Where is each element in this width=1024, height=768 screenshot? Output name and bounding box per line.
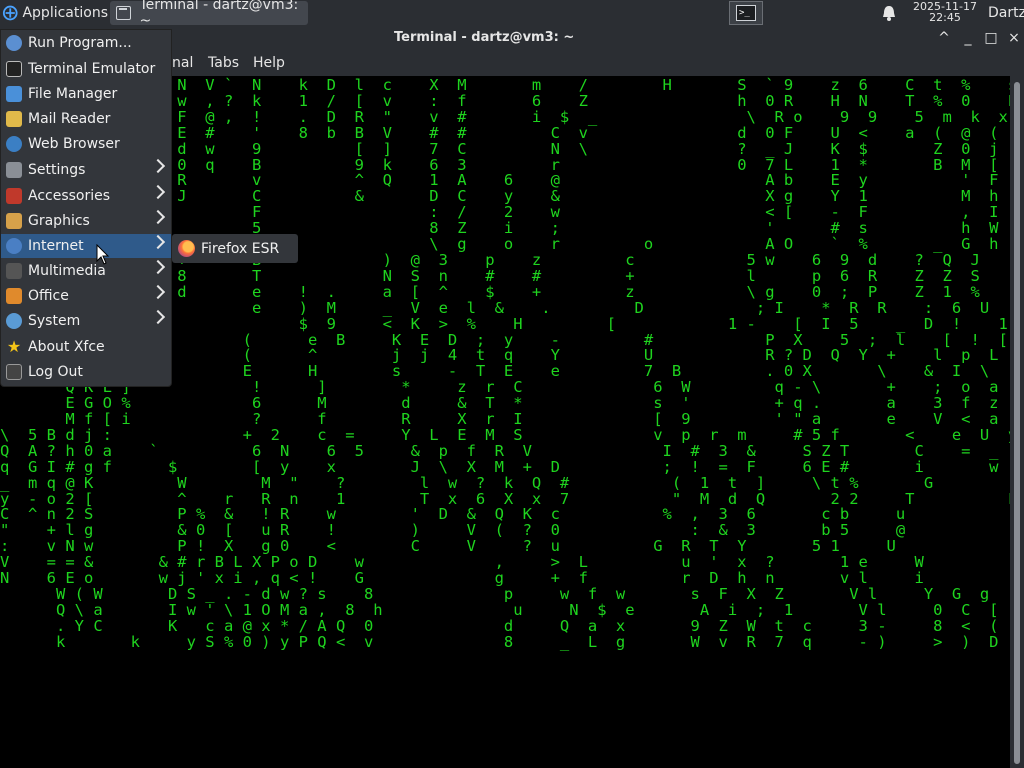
xfce-logo-icon	[2, 5, 18, 21]
menu-item-graphics[interactable]: Graphics	[1, 209, 171, 233]
taskbar-terminal-button[interactable]: Terminal - dartz@vm3: ~	[110, 0, 308, 29]
chevron-right-icon	[150, 309, 166, 325]
accessories-icon	[6, 188, 22, 204]
menu-item-run-program[interactable]: Run Program...	[1, 31, 171, 55]
notification-bell-icon[interactable]	[880, 4, 898, 22]
minimize-window-button[interactable]: _	[958, 28, 978, 48]
firefox-icon	[178, 240, 195, 257]
applications-menu: Run Program... Terminal Emulator File Ma…	[0, 29, 172, 387]
office-icon	[6, 288, 22, 304]
chevron-right-icon	[150, 209, 166, 225]
menu-item-label: Settings	[28, 162, 86, 178]
window-title: Terminal - dartz@vm3: ~	[394, 30, 575, 45]
folder-icon	[6, 86, 22, 102]
menu-item-web-browser[interactable]: Web Browser	[1, 132, 171, 156]
menu-item-label: Multimedia	[28, 263, 106, 279]
applications-menu-button[interactable]: Applications	[0, 0, 108, 26]
maximize-window-button[interactable]: □	[981, 28, 1001, 48]
clock-time: 22:45	[929, 11, 961, 24]
menu-item-label: Log Out	[28, 364, 83, 380]
top-panel: Applications Terminal - dartz@vm3: ~ >_ …	[0, 0, 1024, 29]
menu-item-settings[interactable]: Settings	[1, 158, 171, 182]
chevron-right-icon	[150, 184, 166, 200]
graphics-icon	[6, 213, 22, 229]
menu-item-file-manager[interactable]: File Manager	[1, 82, 171, 106]
scrollbar-thumb[interactable]	[1014, 82, 1020, 764]
terminal-launcher-button[interactable]: >_	[729, 1, 763, 25]
system-icon	[6, 313, 22, 329]
menu-item-log-out[interactable]: Log Out	[1, 360, 171, 384]
logout-icon	[6, 364, 22, 380]
menu-item-label: Accessories	[28, 188, 111, 204]
terminal-prompt-icon: >_	[736, 5, 756, 21]
menu-item-label: Internet	[28, 238, 84, 254]
menu-item-label: Run Program...	[28, 35, 132, 51]
menu-item-label: Office	[28, 288, 69, 304]
internet-icon	[6, 238, 22, 254]
menu-item-multimedia[interactable]: Multimedia	[1, 259, 171, 283]
menu-item-label: Graphics	[28, 213, 90, 229]
terminal-icon	[116, 6, 132, 20]
menu-item-label: Terminal Emulator	[28, 61, 156, 77]
menu-item-system[interactable]: System	[1, 309, 171, 333]
star-icon: ★	[6, 337, 22, 356]
menu-item-label: Web Browser	[28, 136, 120, 152]
menu-item-label: File Manager	[28, 86, 118, 102]
settings-icon	[6, 162, 22, 178]
chevron-right-icon	[150, 284, 166, 300]
menu-item-about-xfce[interactable]: ★ About Xfce	[1, 335, 171, 359]
mouse-pointer-icon	[96, 244, 110, 265]
run-icon	[6, 35, 22, 51]
internet-submenu: Firefox ESR	[172, 234, 298, 263]
terminal-icon	[6, 61, 22, 77]
applications-label: Applications	[22, 5, 108, 21]
close-window-button[interactable]: ×	[1004, 28, 1024, 48]
menu-item-label: Mail Reader	[28, 111, 111, 127]
multimedia-icon	[6, 263, 22, 279]
chevron-right-icon	[150, 234, 166, 250]
chevron-right-icon	[150, 259, 166, 275]
terminal-scrollbar[interactable]	[1010, 76, 1024, 768]
menu-item-internet[interactable]: Internet	[1, 234, 171, 258]
shade-window-button[interactable]: ^	[934, 28, 954, 48]
chevron-right-icon	[150, 158, 166, 174]
user-menu[interactable]: Dartz	[988, 0, 1024, 26]
panel-clock[interactable]: 2025-11-17 22:45	[906, 1, 984, 23]
menu-item-accessories[interactable]: Accessories	[1, 184, 171, 208]
menu-item-label: System	[28, 313, 81, 329]
menu-item-mail-reader[interactable]: Mail Reader	[1, 107, 171, 131]
menu-help[interactable]: Help	[253, 55, 285, 71]
taskbar-terminal-label: Terminal - dartz@vm3: ~	[139, 0, 299, 29]
menu-terminal[interactable]: nal	[172, 55, 193, 71]
menu-item-label: About Xfce	[28, 339, 105, 355]
submenu-item-firefox[interactable]: Firefox ESR	[201, 241, 279, 257]
menu-item-office[interactable]: Office	[1, 284, 171, 308]
globe-icon	[6, 136, 22, 152]
menu-item-terminal-emulator[interactable]: Terminal Emulator	[1, 57, 171, 81]
mail-icon	[6, 111, 22, 127]
menu-tabs[interactable]: Tabs	[208, 55, 239, 71]
